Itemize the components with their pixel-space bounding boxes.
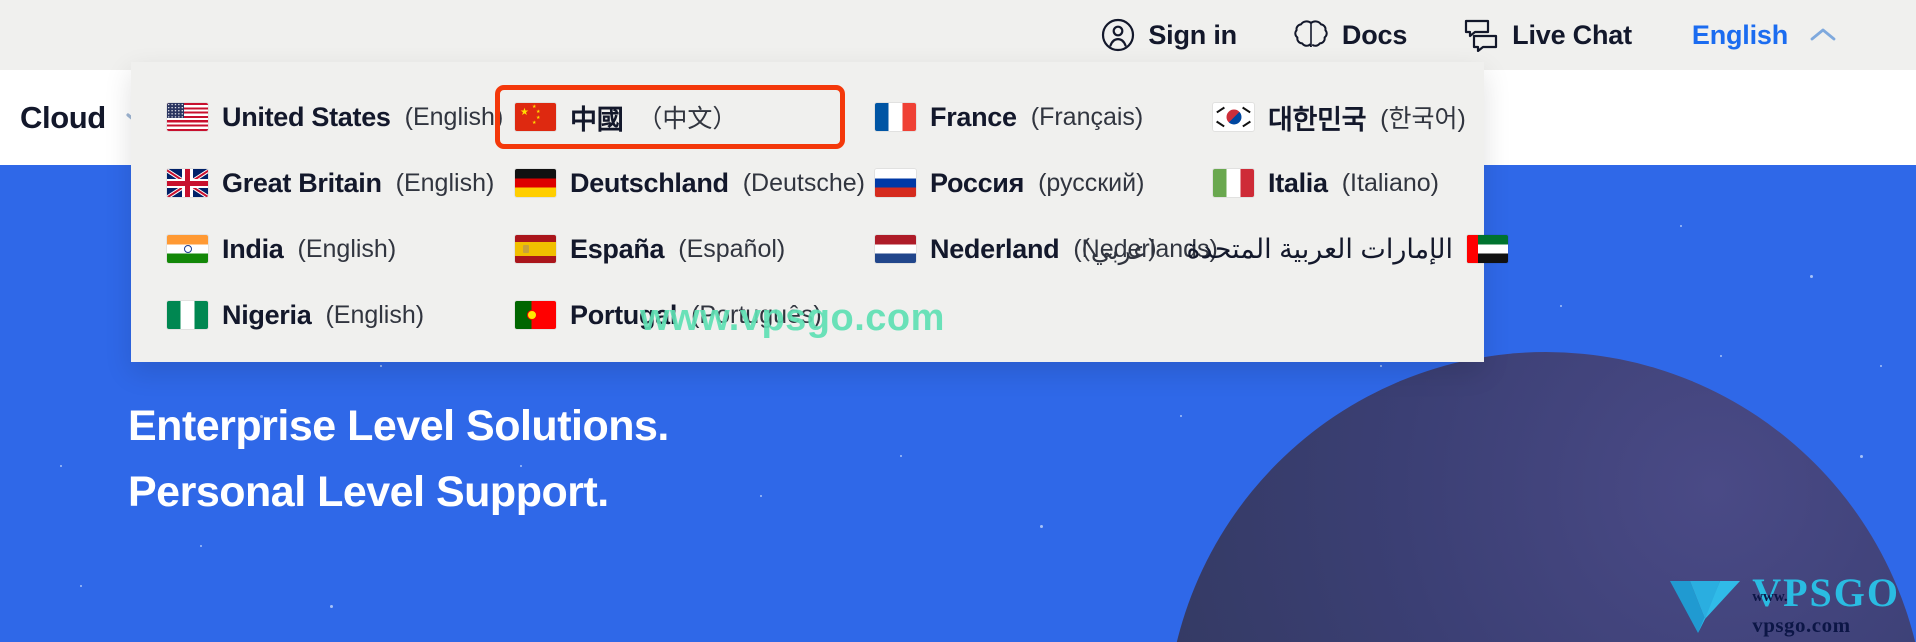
star bbox=[1860, 455, 1863, 458]
language-option[interactable]: Nigeria (English) bbox=[161, 282, 509, 348]
language-option-language: (Português) bbox=[691, 300, 822, 329]
language-option-language: (русский) bbox=[1038, 168, 1145, 197]
sign-in-link[interactable]: Sign in bbox=[1101, 18, 1237, 52]
flag-ng-icon bbox=[167, 301, 208, 329]
star bbox=[200, 545, 202, 547]
language-option-language: (English) bbox=[325, 300, 425, 329]
language-option-language: (English) bbox=[297, 234, 397, 263]
language-dropdown-panel: United States (English) ★ ★ ★ ★ ★ 中國 （中文） France (… bbox=[131, 62, 1508, 362]
language-option-country: Россия bbox=[930, 167, 1025, 198]
language-option-country: Portugal bbox=[570, 299, 678, 330]
star bbox=[1180, 415, 1182, 417]
flag-nl-icon bbox=[875, 235, 916, 263]
flag-ae-icon bbox=[1467, 235, 1508, 263]
flag-es-icon bbox=[515, 235, 556, 263]
language-option-language: (한국어) bbox=[1380, 105, 1466, 133]
language-option-language: （中文） bbox=[637, 105, 738, 133]
hero-tagline-line1: Enterprise Level Solutions. bbox=[128, 402, 669, 450]
live-chat-link[interactable]: Live Chat bbox=[1463, 18, 1632, 53]
flag-cn-icon: ★ ★ ★ ★ ★ bbox=[515, 103, 556, 131]
flag-gb-icon bbox=[167, 169, 208, 197]
chevron-up-icon bbox=[1808, 26, 1838, 44]
language-option-country: España bbox=[570, 233, 665, 264]
brain-icon bbox=[1293, 19, 1329, 51]
language-option-language: (Français) bbox=[1030, 102, 1144, 131]
language-option[interactable]: 대한민국 (한국어) bbox=[1207, 84, 1514, 150]
language-option[interactable]: Great Britain (English) bbox=[161, 150, 509, 216]
language-selector-label: English bbox=[1691, 19, 1788, 50]
star bbox=[760, 495, 762, 497]
language-option-country: Deutschland bbox=[570, 167, 729, 198]
language-option[interactable]: الإمارات العربية المتحدة （عربي） bbox=[1066, 216, 1514, 282]
star bbox=[60, 465, 62, 467]
language-option-language: (English) bbox=[404, 102, 504, 131]
language-selector[interactable]: English bbox=[1692, 20, 1838, 51]
star bbox=[1380, 365, 1382, 367]
flag-us-icon bbox=[167, 103, 208, 131]
language-option[interactable]: Россия (русский) bbox=[869, 150, 1207, 216]
star bbox=[1810, 275, 1813, 278]
hero-tagline: Enterprise Level Solutions. Personal Lev… bbox=[128, 393, 669, 525]
language-option-country: Nederland bbox=[930, 233, 1060, 264]
language-option-country: 대한민국 bbox=[1268, 104, 1367, 135]
live-chat-label: Live Chat bbox=[1512, 19, 1632, 50]
flag-pt-icon bbox=[515, 301, 556, 329]
nav-item-cloud-label: Cloud bbox=[20, 99, 106, 135]
flag-fr-icon bbox=[875, 103, 916, 131]
language-option-country: الإمارات العربية المتحدة bbox=[1186, 233, 1453, 264]
docs-label: Docs bbox=[1341, 19, 1408, 50]
language-option-country: 中國 bbox=[570, 104, 624, 135]
language-option[interactable]: Italia (Italiano) bbox=[1207, 150, 1514, 216]
language-option-language: （عربي） bbox=[1065, 237, 1173, 265]
language-grid: United States (English) ★ ★ ★ ★ ★ 中國 （中文） France (… bbox=[131, 84, 1508, 348]
star bbox=[1720, 355, 1722, 357]
chat-bubbles-icon bbox=[1463, 18, 1499, 53]
language-option-language: (Italiano) bbox=[1341, 168, 1439, 197]
star bbox=[900, 455, 902, 457]
language-option[interactable]: United States (English) bbox=[161, 84, 509, 150]
language-option-country: Nigeria bbox=[222, 299, 312, 330]
star bbox=[80, 585, 82, 587]
language-option[interactable]: ★ ★ ★ ★ ★ 中國 （中文） bbox=[495, 84, 869, 150]
language-option[interactable]: Portugal (Português) bbox=[509, 282, 869, 348]
language-option[interactable]: India (English) bbox=[161, 216, 509, 282]
hero-tagline-line2: Personal Level Support. bbox=[128, 468, 609, 516]
language-option-language: (Deutsche) bbox=[742, 168, 865, 197]
flag-in-icon bbox=[167, 235, 208, 263]
page-root: H Enterprise Level Solutions. Personal L… bbox=[0, 0, 1916, 642]
language-option-country: India bbox=[222, 233, 284, 264]
flag-it-icon bbox=[1213, 169, 1254, 197]
sign-in-label: Sign in bbox=[1148, 19, 1237, 50]
language-option-country: Italia bbox=[1268, 167, 1328, 198]
utility-top-bar: Sign in Docs Live Chat English bbox=[0, 0, 1916, 70]
language-option-country: United States bbox=[222, 101, 391, 132]
star bbox=[1880, 365, 1882, 367]
language-option-language: (Español) bbox=[678, 234, 786, 263]
star bbox=[1040, 525, 1043, 528]
language-option[interactable]: Deutschland (Deutsche) bbox=[509, 150, 869, 216]
flag-ru-icon bbox=[875, 169, 916, 197]
flag-kr-icon bbox=[1213, 103, 1254, 131]
language-option[interactable]: France (Français) bbox=[869, 84, 1207, 150]
user-circle-icon bbox=[1101, 18, 1135, 52]
star bbox=[330, 605, 333, 608]
star bbox=[380, 365, 382, 367]
language-option[interactable]: España (Español) bbox=[509, 216, 869, 282]
language-option-country: France bbox=[930, 101, 1017, 132]
language-option-country: Great Britain bbox=[222, 167, 382, 198]
star bbox=[1560, 305, 1562, 307]
language-option-language: (English) bbox=[395, 168, 495, 197]
flag-de-icon bbox=[515, 169, 556, 197]
docs-link[interactable]: Docs bbox=[1293, 19, 1407, 51]
star bbox=[1680, 225, 1682, 227]
